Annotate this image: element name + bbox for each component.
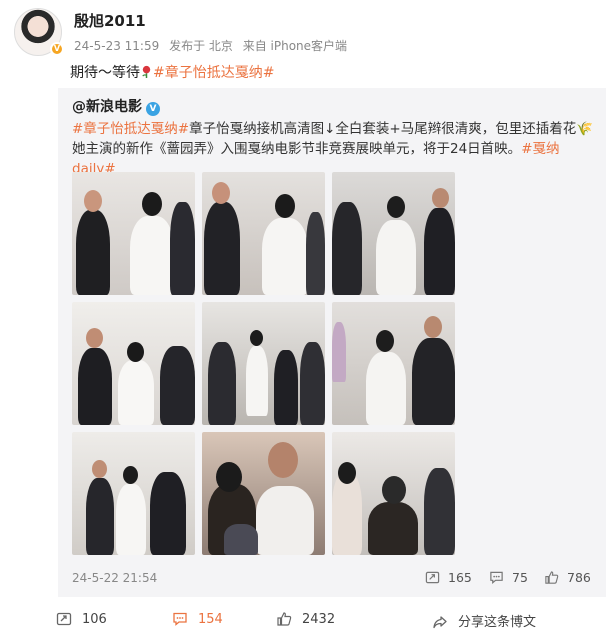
share-arrow-icon (433, 616, 447, 629)
repost-like-count: 786 (567, 570, 591, 585)
share-count: 106 (82, 612, 107, 627)
post-location: 发布于 北京 (169, 39, 233, 53)
comment-count: 154 (198, 612, 223, 627)
share-post-label: 分享这条博文 (458, 615, 537, 630)
repost-like-button[interactable]: 786 (544, 570, 591, 585)
like-count: 2432 (302, 612, 336, 627)
post-hashtag[interactable]: #章子怡抵达戛纳# (153, 65, 274, 81)
post-client: 来自 iPhone客户端 (242, 39, 348, 53)
comment-button[interactable]: 154 (172, 611, 223, 627)
post-text: 期待～等待 #章子怡抵达戛纳# (70, 62, 274, 82)
post-time[interactable]: 24-5-23 11:59 (74, 39, 159, 53)
repost-time[interactable]: 24-5-22 21:54 (72, 571, 157, 585)
photo-7[interactable] (72, 432, 195, 555)
photo-9[interactable] (332, 432, 455, 555)
username[interactable]: 殷旭2011 (74, 10, 146, 31)
like-button[interactable]: 2432 (276, 611, 335, 627)
photo-5[interactable] (202, 302, 325, 425)
repost-username[interactable]: @新浪电影 V (72, 96, 160, 116)
repost-text: #章子怡抵达戛纳#章子怡戛纳接机高清图↓全白套装+马尾辫很清爽，包里还插着花🌾她… (72, 119, 602, 179)
photo-4[interactable] (72, 302, 195, 425)
share-post-button[interactable]: 分享这条博文 (432, 611, 536, 630)
thumbs-up-icon (545, 571, 559, 584)
post-footer: 106 154 2432 分享这条博文 (0, 605, 606, 635)
post-text-prefix: 期待～等待 (70, 65, 140, 81)
repost-comment-button[interactable]: 75 (489, 570, 528, 585)
repost-share-count: 165 (448, 570, 472, 585)
photo-2[interactable] (202, 172, 325, 295)
repost-share-button[interactable]: 165 (425, 570, 472, 585)
photo-8[interactable] (202, 432, 325, 555)
share-icon (56, 612, 72, 626)
photo-3[interactable] (332, 172, 455, 295)
repost-hashtag-1[interactable]: #章子怡抵达戛纳# (72, 121, 189, 137)
repost-comment-count: 75 (512, 570, 528, 585)
thumbs-up-icon (277, 612, 292, 626)
verified-icon: V (146, 102, 160, 116)
post-meta: 24-5-23 11:59 发布于 北京 来自 iPhone客户端 (74, 37, 353, 54)
post-header: V 殷旭2011 24-5-23 11:59 发布于 北京 来自 iPhone客… (14, 8, 594, 58)
repost-card[interactable]: @新浪电影 V #章子怡抵达戛纳#章子怡戛纳接机高清图↓全白套装+马尾辫很清爽，包… (58, 88, 606, 597)
share-icon (425, 571, 440, 584)
share-button[interactable]: 106 (56, 611, 107, 627)
rose-icon (142, 65, 151, 78)
comment-icon (490, 571, 503, 584)
photo-1[interactable] (72, 172, 195, 295)
photo-6[interactable] (332, 302, 455, 425)
comment-icon (173, 612, 187, 626)
vip-badge-icon: V (50, 42, 64, 56)
